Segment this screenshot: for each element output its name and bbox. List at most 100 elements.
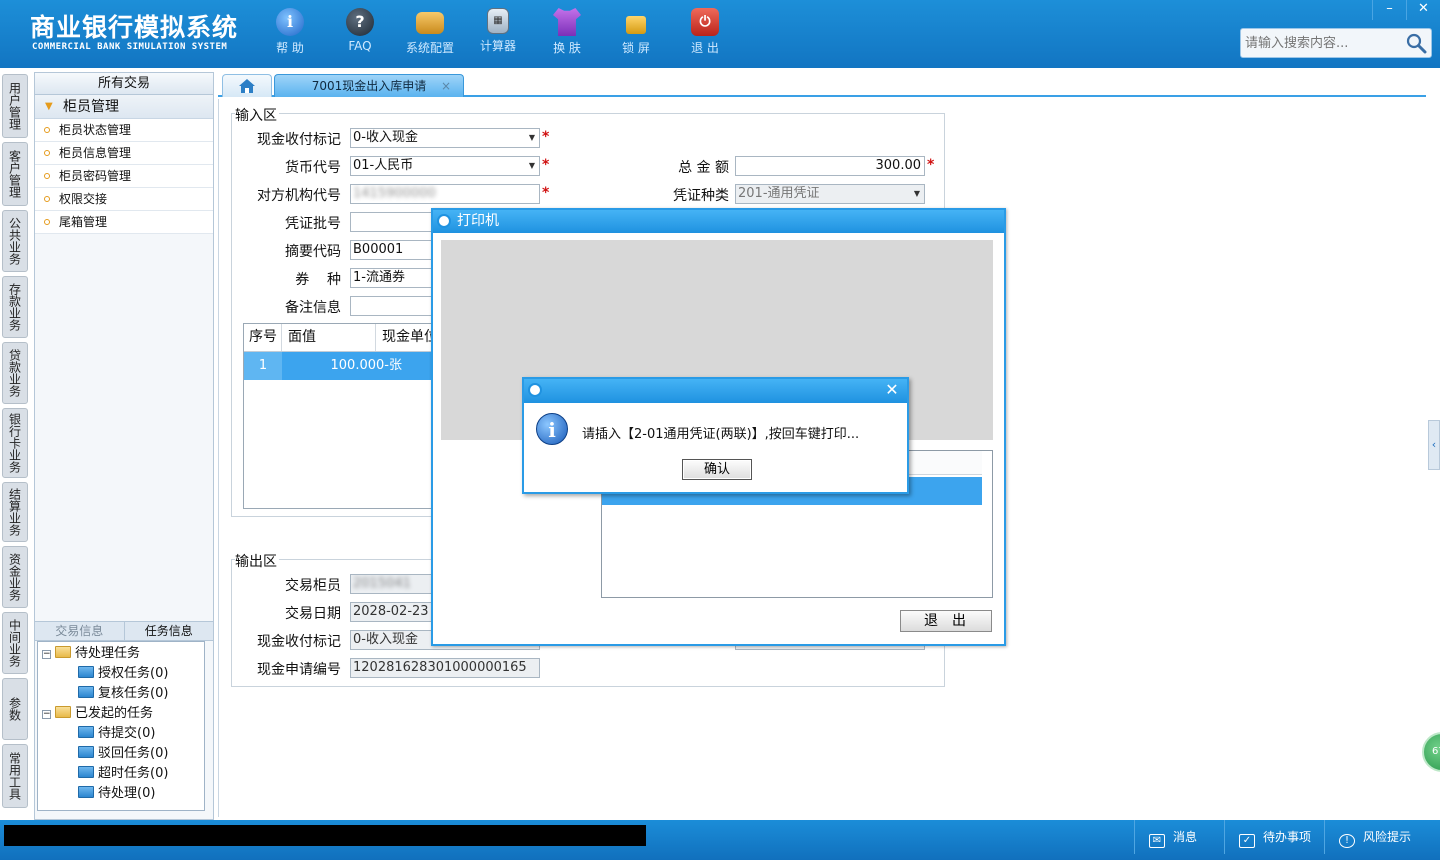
vtab-deposit[interactable]: 存款业务	[2, 276, 28, 338]
system-config-button[interactable]: 系统配置	[400, 8, 460, 60]
menu-item-teller-info[interactable]: 柜员信息管理	[35, 142, 213, 165]
folder-icon	[78, 766, 94, 778]
tree-node-auth-tasks[interactable]: 授权任务(0)	[38, 664, 204, 684]
folder-icon	[55, 646, 71, 658]
status-message-area	[4, 825, 646, 846]
tab-task-info[interactable]: 任务信息	[123, 622, 214, 640]
voucher-type-label: 凭证种类	[673, 188, 729, 204]
messages-button[interactable]: ✉ 消息	[1134, 820, 1224, 854]
vtab-intermediary[interactable]: 中间业务	[2, 612, 28, 674]
skin-button[interactable]: 换 肤	[537, 8, 597, 60]
menu-item-tail-box[interactable]: 尾箱管理	[35, 211, 213, 234]
col-header-face: 面值	[282, 324, 376, 351]
collapse-icon[interactable]: −	[42, 650, 51, 659]
currency-select[interactable]: 01-人民币 ▼	[350, 156, 540, 176]
vtab-loan[interactable]: 贷款业务	[2, 342, 28, 404]
cash-flag-select[interactable]: 0-收入现金 ▼	[350, 128, 540, 148]
menu-item-permission-handover[interactable]: 权限交接	[35, 188, 213, 211]
lock-icon	[626, 16, 646, 34]
all-transactions-header[interactable]: 所有交易	[35, 73, 213, 95]
vtab-funds[interactable]: 资金业务	[2, 546, 28, 608]
tree-node-pending[interactable]: − 待处理任务	[38, 644, 204, 664]
toolbox-icon	[416, 12, 444, 34]
lock-screen-button[interactable]: 锁 屏	[606, 8, 666, 60]
faq-label: FAQ	[348, 39, 372, 53]
confirm-button[interactable]: 确认	[682, 459, 752, 480]
total-amount-input[interactable]: 300.00	[735, 156, 925, 176]
printer-exit-button[interactable]: 退出	[900, 610, 992, 632]
menu-item-label: 柜员状态管理	[59, 123, 132, 137]
cell-no: 1	[244, 352, 282, 380]
teller-mgmt-group[interactable]: ▼ 柜员管理	[35, 95, 213, 119]
todo-button[interactable]: ✓ 待办事项	[1224, 820, 1324, 854]
app-title: 商业银行模拟系统	[30, 13, 239, 42]
required-mark: *	[542, 157, 550, 173]
faq-button[interactable]: ? FAQ	[330, 8, 390, 60]
col-header-unit: 现金单位	[382, 329, 432, 345]
tree-node-initiated[interactable]: − 已发起的任务	[38, 704, 204, 724]
exit-app-button[interactable]: ⏻ 退 出	[675, 8, 735, 60]
tab-home[interactable]	[222, 74, 272, 97]
col-header-no: 序号	[244, 324, 282, 351]
tree-node-timeout[interactable]: 超时任务(0)	[38, 764, 204, 784]
menu-item-teller-password[interactable]: 柜员密码管理	[35, 165, 213, 188]
collapse-icon[interactable]: −	[42, 710, 51, 719]
tab-cash-in-out[interactable]: 7001现金出入库申请 ×	[274, 74, 464, 97]
tree-label: 已发起的任务	[75, 706, 154, 721]
select-value: 01-人民币	[353, 158, 414, 173]
voucher-type-select[interactable]: 201-通用凭证 ▼	[735, 184, 925, 204]
dropdown-arrow-icon: ▼	[913, 189, 920, 198]
close-tab-icon[interactable]: ×	[441, 75, 451, 97]
collapse-side-handle[interactable]: ‹	[1428, 420, 1440, 470]
cash-flag-label: 现金收付标记	[257, 132, 341, 148]
date-label: 交易日期	[285, 606, 341, 622]
folder-icon	[78, 726, 94, 738]
menu-item-label: 柜员密码管理	[59, 169, 132, 183]
required-mark: *	[542, 129, 550, 145]
bullet-icon	[44, 173, 50, 179]
folder-icon	[78, 746, 94, 758]
menu-item-teller-status[interactable]: 柜员状态管理	[35, 119, 213, 142]
information-icon: i	[536, 413, 568, 445]
folder-icon	[78, 666, 94, 678]
tree-label: 待处理(0)	[98, 786, 156, 801]
tree-node-review-tasks[interactable]: 复核任务(0)	[38, 684, 204, 704]
calculator-button[interactable]: ▦ 计算器	[468, 8, 528, 60]
vtab-user-mgmt[interactable]: 用户管理	[2, 74, 28, 138]
vtab-customer-mgmt[interactable]: 客户管理	[2, 142, 28, 206]
folder-icon	[78, 686, 94, 698]
vtab-settlement[interactable]: 结算业务	[2, 482, 28, 542]
insert-voucher-dialog: ✕ i 请插入【2-01通用凭证(两联)】,按回车键打印... 确认	[522, 377, 909, 494]
vtab-parameters[interactable]: 参数	[2, 678, 28, 740]
help-button[interactable]: i 帮 助	[260, 8, 320, 60]
teller-label: 交易柜员	[285, 578, 341, 594]
total-amount-label: 总 金 额	[678, 160, 729, 176]
search-input[interactable]	[1241, 29, 1401, 57]
status-bar: ✉ 消息 ✓ 待办事项 ! 风险提示	[0, 820, 1440, 860]
shirt-icon	[553, 8, 581, 36]
app-subtitle: COMMERCIAL BANK SIMULATION SYSTEM	[32, 42, 228, 52]
tree-node-rejected[interactable]: 驳回任务(0)	[38, 744, 204, 764]
help-label: 帮 助	[276, 41, 304, 55]
calculator-icon: ▦	[487, 8, 509, 34]
tree-node-to-submit[interactable]: 待提交(0)	[38, 724, 204, 744]
tree-node-to-process[interactable]: 待处理(0)	[38, 784, 204, 804]
vtab-bank-card[interactable]: 银行卡业务	[2, 408, 28, 478]
minimize-button[interactable]: –	[1372, 0, 1406, 20]
power-icon: ⏻	[691, 8, 719, 36]
risk-button[interactable]: ! 风险提示	[1324, 820, 1440, 854]
window-icon	[528, 383, 542, 397]
counterparty-input[interactable]: 1415900000	[350, 184, 540, 204]
menu-item-label: 柜员信息管理	[59, 146, 132, 160]
denomination-grid: 序号 面值 现金单位 1 100.00 0-张	[243, 323, 433, 509]
top-header: 商业银行模拟系统 COMMERCIAL BANK SIMULATION SYST…	[0, 0, 1440, 68]
close-icon[interactable]: ✕	[883, 381, 901, 399]
vtab-public-business[interactable]: 公共业务	[2, 210, 28, 272]
tab-transaction-info[interactable]: 交易信息	[35, 622, 124, 640]
search-icon[interactable]	[1405, 32, 1427, 54]
speech-bubble-icon: !	[1339, 834, 1355, 848]
messages-label: 消息	[1173, 830, 1198, 844]
close-window-button[interactable]: ✕	[1406, 0, 1440, 20]
vtab-common-tools[interactable]: 常用工具	[2, 744, 28, 808]
table-row[interactable]: 1 100.00 0-张	[244, 352, 432, 380]
